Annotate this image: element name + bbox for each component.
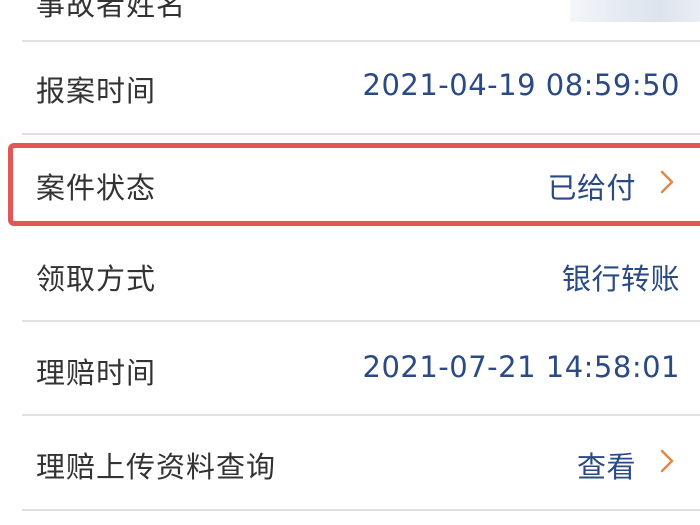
divider: [22, 509, 700, 511]
claim-time-value: 2021-07-21 14:58:01: [362, 350, 680, 384]
row-report-time: 报案时间 2021-04-19 08:59:50: [0, 42, 700, 132]
row-upload-query[interactable]: 理赔上传资料查询 查看: [0, 416, 700, 508]
view-link[interactable]: 查看: [577, 444, 636, 486]
chevron-right-icon[interactable]: [656, 448, 678, 474]
row-accident-person: 事故者姓名: [0, 0, 700, 40]
claim-detail-page: 事故者姓名 报案时间 2021-04-19 08:59:50 案件状态 已给付 …: [0, 0, 700, 525]
row-label: 事故者姓名: [36, 0, 187, 22]
row-collection-method: 领取方式 银行转账: [0, 228, 700, 320]
blurred-value-image: [570, 0, 700, 22]
row-claim-time: 理赔时间 2021-07-21 14:58:01: [0, 322, 700, 414]
row-label: 理赔时间: [36, 356, 157, 390]
row-label: 报案时间: [36, 74, 157, 108]
report-time-value: 2021-04-19 08:59:50: [362, 68, 680, 102]
collection-method-value: 银行转账: [561, 262, 680, 296]
row-label: 领取方式: [36, 262, 157, 296]
row-label: 理赔上传资料查询: [36, 450, 277, 484]
highlight-box: [8, 143, 700, 226]
